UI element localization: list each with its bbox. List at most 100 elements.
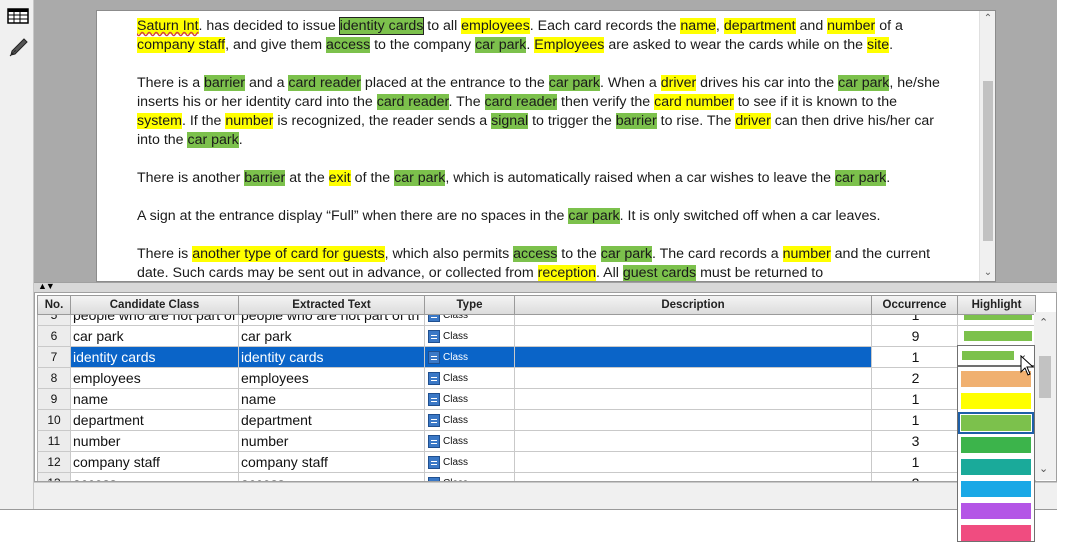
highlighted-term[interactable]: employees [461, 18, 530, 34]
highlighted-term[interactable]: reception [537, 265, 596, 281]
description-cell[interactable] [515, 473, 872, 481]
occurrence-cell[interactable]: 1 [872, 410, 958, 431]
table-row[interactable]: 8 employees employees Class 2 [37, 368, 1036, 389]
extracted-text-cell[interactable]: identity cards [239, 347, 425, 368]
highlighted-term[interactable]: barrier [244, 170, 286, 186]
document-text[interactable]: Saturn Int. has decided to issue identit… [137, 17, 942, 281]
highlighted-term[interactable]: car park [548, 75, 600, 91]
extracted-text-cell[interactable]: people who are not part of th [239, 315, 425, 326]
header-highlight[interactable]: Highlight [958, 295, 1036, 315]
header-occurrence[interactable]: Occurrence [872, 295, 958, 315]
highlighted-term[interactable]: access [513, 246, 558, 262]
scroll-down-icon[interactable]: ⌄ [982, 267, 994, 279]
highlighted-term[interactable]: car park [568, 208, 620, 224]
occurrence-cell[interactable]: 9 [872, 326, 958, 347]
extracted-text-cell[interactable]: car park [239, 326, 425, 347]
type-cell[interactable]: Class [425, 452, 515, 473]
document-paragraph[interactable]: There is a barrier and a card reader pla… [137, 74, 942, 150]
highlighted-term[interactable]: driver [735, 113, 771, 129]
extracted-text-cell[interactable]: company staff [239, 452, 425, 473]
highlighted-term[interactable]: department [723, 18, 796, 34]
highlighted-term[interactable]: car park [475, 37, 527, 53]
row-number[interactable]: 8 [37, 368, 71, 389]
highlighted-term[interactable]: company staff [137, 37, 226, 53]
row-number[interactable]: 11 [37, 431, 71, 452]
description-cell[interactable] [515, 315, 872, 326]
highlighted-term[interactable]: name [680, 18, 716, 34]
highlighted-term[interactable]: barrier [204, 75, 246, 91]
highlighted-term[interactable]: car park [600, 246, 652, 262]
candidate-class-cell[interactable]: car park [71, 326, 239, 347]
description-cell[interactable] [515, 431, 872, 452]
type-cell[interactable]: Class [425, 347, 515, 368]
highlighted-term[interactable]: driver [660, 75, 697, 91]
table-icon[interactable] [6, 6, 30, 30]
highlighted-term[interactable]: barrier [615, 113, 657, 129]
description-cell[interactable] [515, 452, 872, 473]
pane-splitter[interactable]: ▲▼ [34, 281, 1057, 292]
color-option[interactable] [961, 481, 1031, 497]
occurrence-cell[interactable]: 2 [872, 368, 958, 389]
occurrence-cell[interactable]: 1 [872, 347, 958, 368]
description-cell[interactable] [515, 326, 872, 347]
row-number[interactable]: 5 [37, 315, 71, 326]
grid-scroll-up-icon[interactable]: ⌃ [1039, 316, 1048, 329]
highlighted-term[interactable]: card reader [376, 94, 449, 110]
table-row[interactable]: 9 name name Class 1 [37, 389, 1036, 410]
color-option[interactable] [961, 503, 1031, 519]
table-row[interactable]: 5 people who are not part of people who ar… [37, 315, 1036, 326]
highlighted-term[interactable]: access [326, 37, 371, 53]
candidate-class-cell[interactable]: identity cards [71, 347, 239, 368]
type-cell[interactable]: Class [425, 368, 515, 389]
extracted-text-cell[interactable]: name [239, 389, 425, 410]
color-option[interactable] [961, 459, 1031, 475]
extracted-text-cell[interactable]: access [239, 473, 425, 481]
header-type[interactable]: Type [425, 295, 515, 315]
highlighted-term[interactable]: number [827, 18, 876, 34]
candidate-class-cell[interactable]: name [71, 389, 239, 410]
type-cell[interactable]: Class [425, 431, 515, 452]
grid-scrollbar[interactable]: ⌃ ⌄ [1034, 312, 1056, 480]
highlighted-term[interactable]: car park [834, 170, 887, 186]
occurrence-cell[interactable]: 1 [872, 452, 958, 473]
type-cell[interactable]: Class [425, 410, 515, 431]
highlighted-term[interactable]: another type of card for guests [192, 246, 385, 262]
table-row[interactable]: 7 identity cards identity cards Class 1 [37, 347, 1036, 368]
candidate-class-cell[interactable]: department [71, 410, 239, 431]
highlighted-term[interactable]: card number [654, 94, 734, 110]
candidate-class-cell[interactable]: company staff [71, 452, 239, 473]
extracted-text-cell[interactable]: number [239, 431, 425, 452]
color-option[interactable] [961, 393, 1031, 409]
description-cell[interactable] [515, 368, 872, 389]
highlight-cell[interactable] [958, 326, 1036, 347]
row-number[interactable]: 7 [37, 347, 71, 368]
highlight-color-dropdown[interactable] [957, 366, 1035, 542]
description-cell[interactable] [515, 347, 872, 368]
highlighted-term[interactable]: car park [838, 75, 890, 91]
highlighted-term[interactable]: number [225, 113, 274, 129]
table-row[interactable]: 10 department department Class 1 [37, 410, 1036, 431]
highlighted-term[interactable]: car park [187, 132, 239, 148]
header-description[interactable]: Description [515, 295, 872, 315]
document-paragraph[interactable]: There is another barrier at the exit of … [137, 169, 942, 188]
table-row[interactable]: 6 car park car park Class 9 [37, 326, 1036, 347]
occurrence-cell[interactable]: 1 [872, 389, 958, 410]
color-option[interactable] [958, 412, 1034, 434]
header-extracted-text[interactable]: Extracted Text [239, 295, 425, 315]
highlighted-term[interactable]: Saturn Int [137, 18, 199, 34]
highlighted-term[interactable]: card reader [484, 94, 558, 110]
scroll-up-icon[interactable]: ⌃ [982, 13, 994, 25]
document-paragraph[interactable]: A sign at the entrance display “Full” wh… [137, 207, 942, 226]
grid-scroll-thumb[interactable] [1039, 356, 1051, 398]
table-row[interactable]: 12 company staff company staff Class 1 [37, 452, 1036, 473]
highlighted-term[interactable]: site [867, 37, 890, 53]
header-candidate-class[interactable]: Candidate Class [71, 295, 239, 315]
highlighted-term[interactable]: system [137, 113, 182, 129]
row-number[interactable]: 13 [37, 473, 71, 481]
highlighted-term[interactable]: Employees [534, 37, 605, 53]
highlighted-term[interactable]: card reader [288, 75, 361, 91]
type-cell[interactable]: Class [425, 473, 515, 481]
highlight-cell[interactable] [958, 315, 1036, 326]
document-scrollbar[interactable]: ⌃ ⌄ [979, 11, 995, 281]
row-number[interactable]: 9 [37, 389, 71, 410]
